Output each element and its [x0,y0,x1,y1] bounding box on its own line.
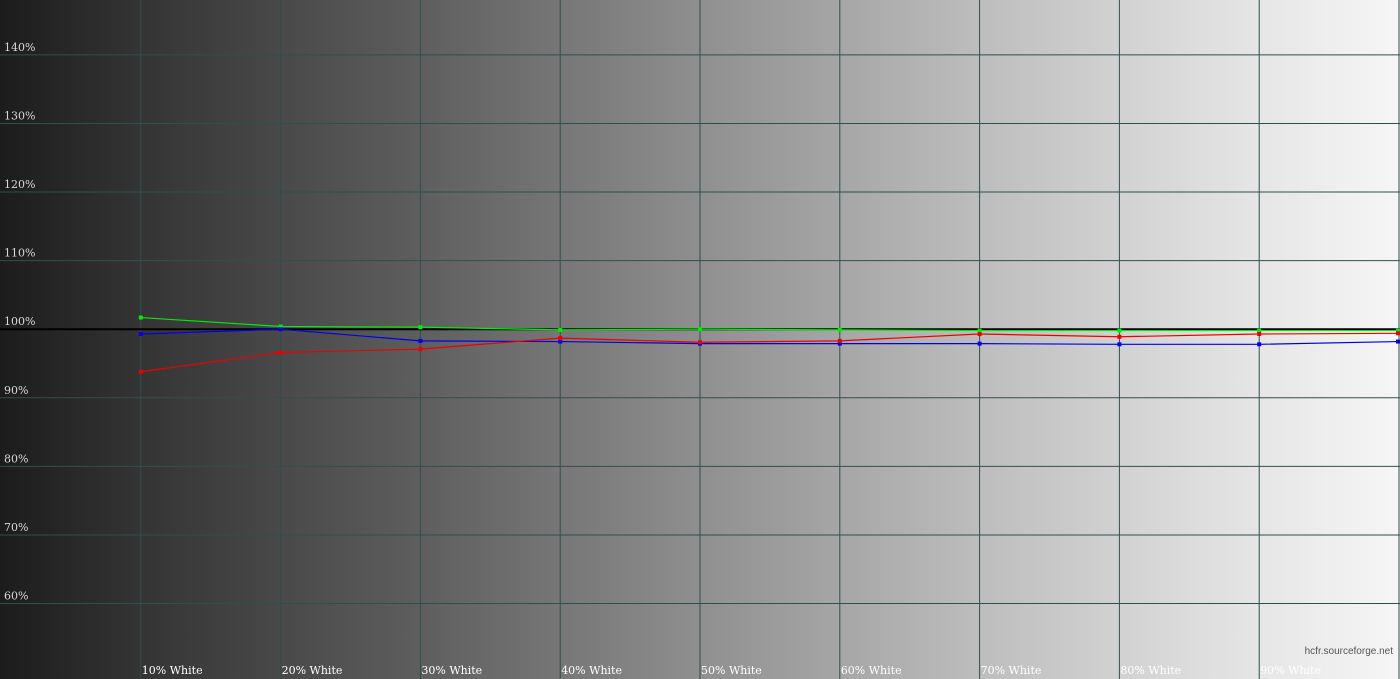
data-point-marker [1257,328,1262,333]
data-point-marker [1396,331,1400,336]
data-point-marker [837,338,842,343]
y-tick-label: 80% [4,452,28,465]
data-point-marker [138,315,143,320]
data-point-marker [977,332,982,337]
x-tick-label: 80% White [1120,664,1181,677]
data-point-marker [1117,328,1122,333]
data-point-marker [1257,332,1262,337]
y-tick-label: 110% [4,247,35,260]
data-point-marker [1117,342,1122,347]
rgb-balance-chart: 60% 70% 80% 90% 100% 110% 120% 130% 140% 10% Whit… [0,0,1400,679]
data-point-marker [138,369,143,374]
data-point-marker [977,341,982,346]
data-point-marker [418,338,423,343]
data-point-marker [977,328,982,333]
data-point-marker [138,332,143,337]
data-point-marker [698,327,702,332]
y-tick-label: 120% [4,178,35,191]
x-tick-label: 90% White [1260,664,1321,677]
data-point-marker [1396,339,1400,344]
data-point-marker [1117,334,1122,339]
data-point-marker [418,325,423,330]
x-tick-label: 60% White [841,664,902,677]
data-point-marker [558,327,563,332]
data-point-marker [418,347,423,352]
x-tick-label: 20% White [282,664,343,677]
x-tick-label: 50% White [701,664,762,677]
chart-container: 60% 70% 80% 90% 100% 110% 120% 130% 140% 10% Whit… [0,0,1400,679]
data-point-marker [698,340,702,345]
data-point-marker [837,327,842,332]
y-tick-label: 70% [4,521,28,534]
y-tick-label: 60% [4,590,28,603]
y-tick-label: 100% [4,315,35,328]
watermark-text: hcfr.sourceforge.net [1305,646,1394,657]
y-tick-label: 140% [4,41,35,54]
data-point-marker [1257,342,1262,347]
y-tick-label: 130% [4,109,35,122]
y-tick-label: 90% [4,384,28,397]
data-point-marker [558,339,563,344]
data-point-marker [278,350,283,355]
x-tick-label: 10% White [142,664,203,677]
x-tick-label: 40% White [561,664,622,677]
x-tick-label: 30% White [421,664,482,677]
data-point-marker [558,336,563,341]
data-point-marker [278,327,283,332]
x-tick-label: 70% White [981,664,1042,677]
